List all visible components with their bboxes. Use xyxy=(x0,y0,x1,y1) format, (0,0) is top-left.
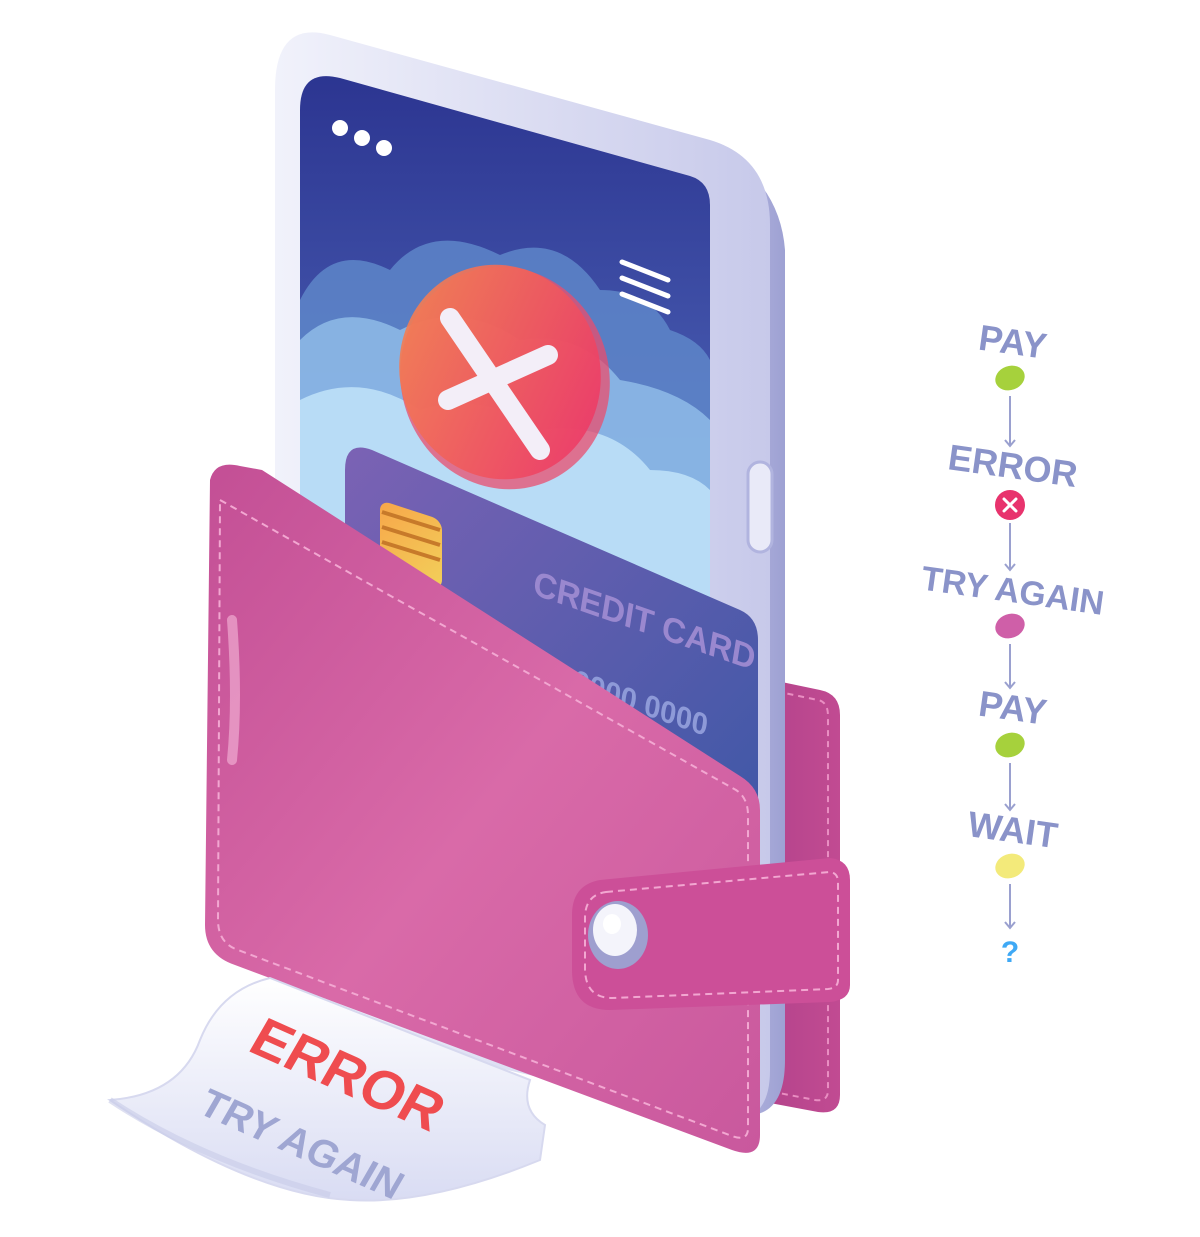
flow-step-marker xyxy=(995,365,1025,391)
flow-step-label: PAY xyxy=(976,317,1049,367)
illustration: CREDIT CARD 0000 0000 ERROR TRY AGAIN PA… xyxy=(107,32,1106,1208)
flow-step-label: TRY AGAIN xyxy=(919,560,1106,623)
flow-step-label: WAIT xyxy=(965,803,1060,856)
flow-arrow xyxy=(1004,396,1016,448)
flow-step-marker xyxy=(995,853,1025,879)
wallet-strap[interactable] xyxy=(572,858,850,1010)
flow-arrow xyxy=(1004,884,1016,930)
flow-end-question: ? xyxy=(1001,936,1019,969)
flow-arrow xyxy=(1004,763,1016,812)
flow-arrow xyxy=(1004,644,1016,690)
payment-flow: PAY ERROR TRY AGAIN PAY WAIT? xyxy=(919,317,1106,969)
flow-step-marker xyxy=(995,732,1025,758)
snap-button[interactable] xyxy=(588,901,648,969)
flow-step-label: PAY xyxy=(976,683,1049,733)
side-button xyxy=(746,460,774,554)
flow-step-label: ERROR xyxy=(946,436,1080,495)
flow-step-marker xyxy=(995,613,1025,639)
flow-arrow xyxy=(1004,523,1016,572)
